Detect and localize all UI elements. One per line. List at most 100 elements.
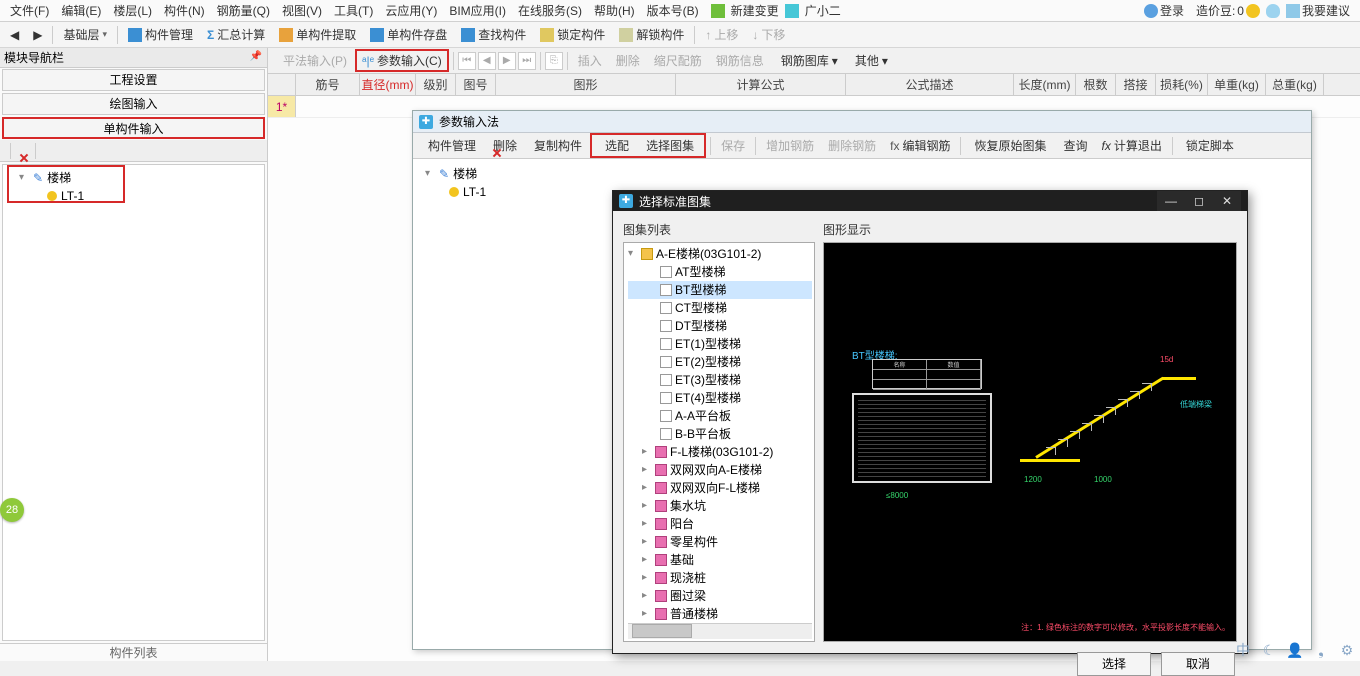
nav-first[interactable]: ⏮: [458, 52, 476, 70]
atlas-group-ringbeam[interactable]: ▸圈过梁: [628, 587, 812, 605]
scrollbar-thumb[interactable]: [632, 624, 692, 638]
menu-help[interactable]: 帮助(H): [588, 0, 641, 21]
lock-component-button[interactable]: 锁定构件: [534, 24, 611, 45]
param-window-titlebar[interactable]: ✚ 参数输入法: [413, 111, 1311, 133]
atlas-leaf-bt[interactable]: BT型楼梯: [628, 281, 812, 299]
atlas-group-balcony[interactable]: ▸阳台: [628, 515, 812, 533]
atlas-leaf-et3[interactable]: ET(3)型楼梯: [628, 371, 812, 389]
atlas-list-box[interactable]: ▾A-E楼梯(03G101-2) AT型楼梯 BT型楼梯 CT型楼梯 DT型楼梯…: [623, 242, 815, 642]
atlas-group-foundation[interactable]: ▸基础: [628, 551, 812, 569]
atlas-root-ae[interactable]: ▾A-E楼梯(03G101-2): [628, 245, 812, 263]
insert-button[interactable]: 插入: [572, 50, 608, 71]
minimize-button[interactable]: —: [1157, 191, 1185, 211]
menu-bim[interactable]: BIM应用(I): [443, 0, 512, 21]
nav-tab-single-input[interactable]: 单构件输入: [2, 117, 265, 139]
atlas-leaf-et1[interactable]: ET(1)型楼梯: [628, 335, 812, 353]
pw-delete-button[interactable]: 删除: [484, 135, 523, 156]
drawing-preview[interactable]: BT型楼梯: 名称数值: [823, 242, 1237, 642]
scale-rebar-button[interactable]: 缩尺配筋: [648, 50, 708, 71]
menu-file[interactable]: 文件(F): [4, 0, 55, 21]
nav-tab-project-settings[interactable]: 工程设置: [2, 69, 265, 91]
find-component-button[interactable]: 查找构件: [455, 24, 532, 45]
tb-nav-2[interactable]: ▶: [27, 26, 48, 44]
collapse-icon[interactable]: ▾: [425, 165, 435, 183]
pw-restore-button[interactable]: 恢复原始图集: [965, 135, 1052, 156]
single-extract-button[interactable]: 单构件提取: [273, 24, 362, 45]
unlock-component-button[interactable]: 解锁构件: [613, 24, 690, 45]
expand-icon[interactable]: ▸: [642, 551, 652, 569]
atlas-group-fl[interactable]: ▸F-L楼梯(03G101-2): [628, 443, 812, 461]
login-button[interactable]: 登录: [1138, 0, 1190, 21]
price-beans[interactable]: 造价豆:0: [1190, 0, 1266, 21]
nav-extra[interactable]: ⎘: [545, 52, 563, 70]
rebar-info-button[interactable]: 钢筋信息: [710, 50, 770, 71]
col-diameter[interactable]: 直径(mm): [360, 74, 416, 95]
maximize-button[interactable]: ◻: [1185, 191, 1213, 211]
pw-query-button[interactable]: 查询: [1055, 135, 1094, 156]
menu-tool[interactable]: 工具(T): [328, 0, 379, 21]
pw-del-rebar-button[interactable]: 删除钢筋: [822, 135, 882, 156]
atlas-leaf-ct[interactable]: CT型楼梯: [628, 299, 812, 317]
col-level[interactable]: 级别: [416, 74, 456, 95]
cloud-icon[interactable]: [1266, 4, 1280, 18]
new-change-button[interactable]: 新建变更: [725, 0, 785, 21]
col-shape[interactable]: 图形: [496, 74, 676, 95]
atlas-group-common-stair[interactable]: ▸普通楼梯: [628, 605, 812, 623]
col-jinhao[interactable]: 筋号: [296, 74, 360, 95]
expand-icon[interactable]: ▸: [642, 497, 652, 515]
col-loss[interactable]: 损耗(%): [1156, 74, 1208, 95]
nav-prev[interactable]: ◀: [478, 52, 496, 70]
cancel-button[interactable]: 取消: [1161, 652, 1235, 676]
pw-manage-button[interactable]: 构件管理: [419, 135, 482, 156]
menu-component[interactable]: 构件(N): [158, 0, 211, 21]
atlas-leaf-dt[interactable]: DT型楼梯: [628, 317, 812, 335]
atlas-group-sump[interactable]: ▸集水坑: [628, 497, 812, 515]
tray-comma-icon[interactable]: ❟: [1312, 641, 1330, 659]
nav-last[interactable]: ⏭: [518, 52, 536, 70]
nav-next[interactable]: ▶: [498, 52, 516, 70]
menu-online[interactable]: 在线服务(S): [512, 0, 588, 21]
component-manage-button[interactable]: 构件管理: [122, 24, 199, 45]
expand-icon[interactable]: ▸: [642, 533, 652, 551]
pingfa-input-button[interactable]: 平法输入(P): [274, 50, 353, 71]
atlas-group-misc[interactable]: ▸零星构件: [628, 533, 812, 551]
menu-cloud[interactable]: 云应用(Y): [379, 0, 443, 21]
nav-pin-icon[interactable]: 📌: [249, 51, 263, 65]
pw-copy-button[interactable]: 复制构件: [525, 135, 588, 156]
close-button[interactable]: ✕: [1213, 191, 1241, 211]
menu-view[interactable]: 视图(V): [276, 0, 328, 21]
menu-rebar-qty[interactable]: 钢筋量(Q): [211, 0, 276, 21]
col-length[interactable]: 长度(mm): [1014, 74, 1076, 95]
base-layer-dropdown[interactable]: 基础层 ▾: [57, 24, 113, 45]
atlas-group-dbl-ae[interactable]: ▸双网双向A-E楼梯: [628, 461, 812, 479]
col-total-weight[interactable]: 总重(kg): [1266, 74, 1324, 95]
col-picnum[interactable]: 图号: [456, 74, 496, 95]
menu-floor[interactable]: 楼层(L): [107, 0, 158, 21]
col-lap[interactable]: 搭接: [1116, 74, 1156, 95]
tray-user-icon[interactable]: 👤: [1286, 641, 1304, 659]
pw-lock-script-button[interactable]: 锁定脚本: [1177, 135, 1240, 156]
single-save-button[interactable]: 单构件存盘: [364, 24, 453, 45]
collapse-icon[interactable]: ▾: [628, 245, 638, 263]
atlas-group-pile[interactable]: ▸现浇桩: [628, 569, 812, 587]
menu-edit[interactable]: 编辑(E): [55, 0, 107, 21]
ptree-root[interactable]: ▾ ✎ 楼梯: [421, 165, 1303, 183]
menu-version[interactable]: 版本号(B): [641, 0, 705, 21]
atlas-leaf-bb[interactable]: B-B平台板: [628, 425, 812, 443]
tray-moon-icon[interactable]: ☾: [1260, 641, 1278, 659]
expand-icon[interactable]: ▸: [642, 515, 652, 533]
tray-gear-icon[interactable]: ⚙: [1338, 641, 1356, 659]
gxe-button[interactable]: 广小二: [799, 0, 847, 21]
ok-button[interactable]: 选择: [1077, 652, 1151, 676]
expand-icon[interactable]: ▸: [642, 569, 652, 587]
move-down-button[interactable]: ↓下移: [746, 24, 791, 45]
horizontal-scrollbar[interactable]: [628, 623, 812, 639]
nav-tab-draw-input[interactable]: 绘图输入: [2, 93, 265, 115]
move-up-button[interactable]: ↑上移: [699, 24, 744, 45]
pw-edit-rebar-button[interactable]: fx编辑钢筋: [884, 135, 956, 156]
expand-icon[interactable]: ▸: [642, 443, 652, 461]
col-count[interactable]: 根数: [1076, 74, 1116, 95]
expand-icon[interactable]: ▸: [642, 605, 652, 623]
pw-match-button[interactable]: 选配: [596, 135, 635, 156]
col-formula[interactable]: 计算公式: [676, 74, 846, 95]
